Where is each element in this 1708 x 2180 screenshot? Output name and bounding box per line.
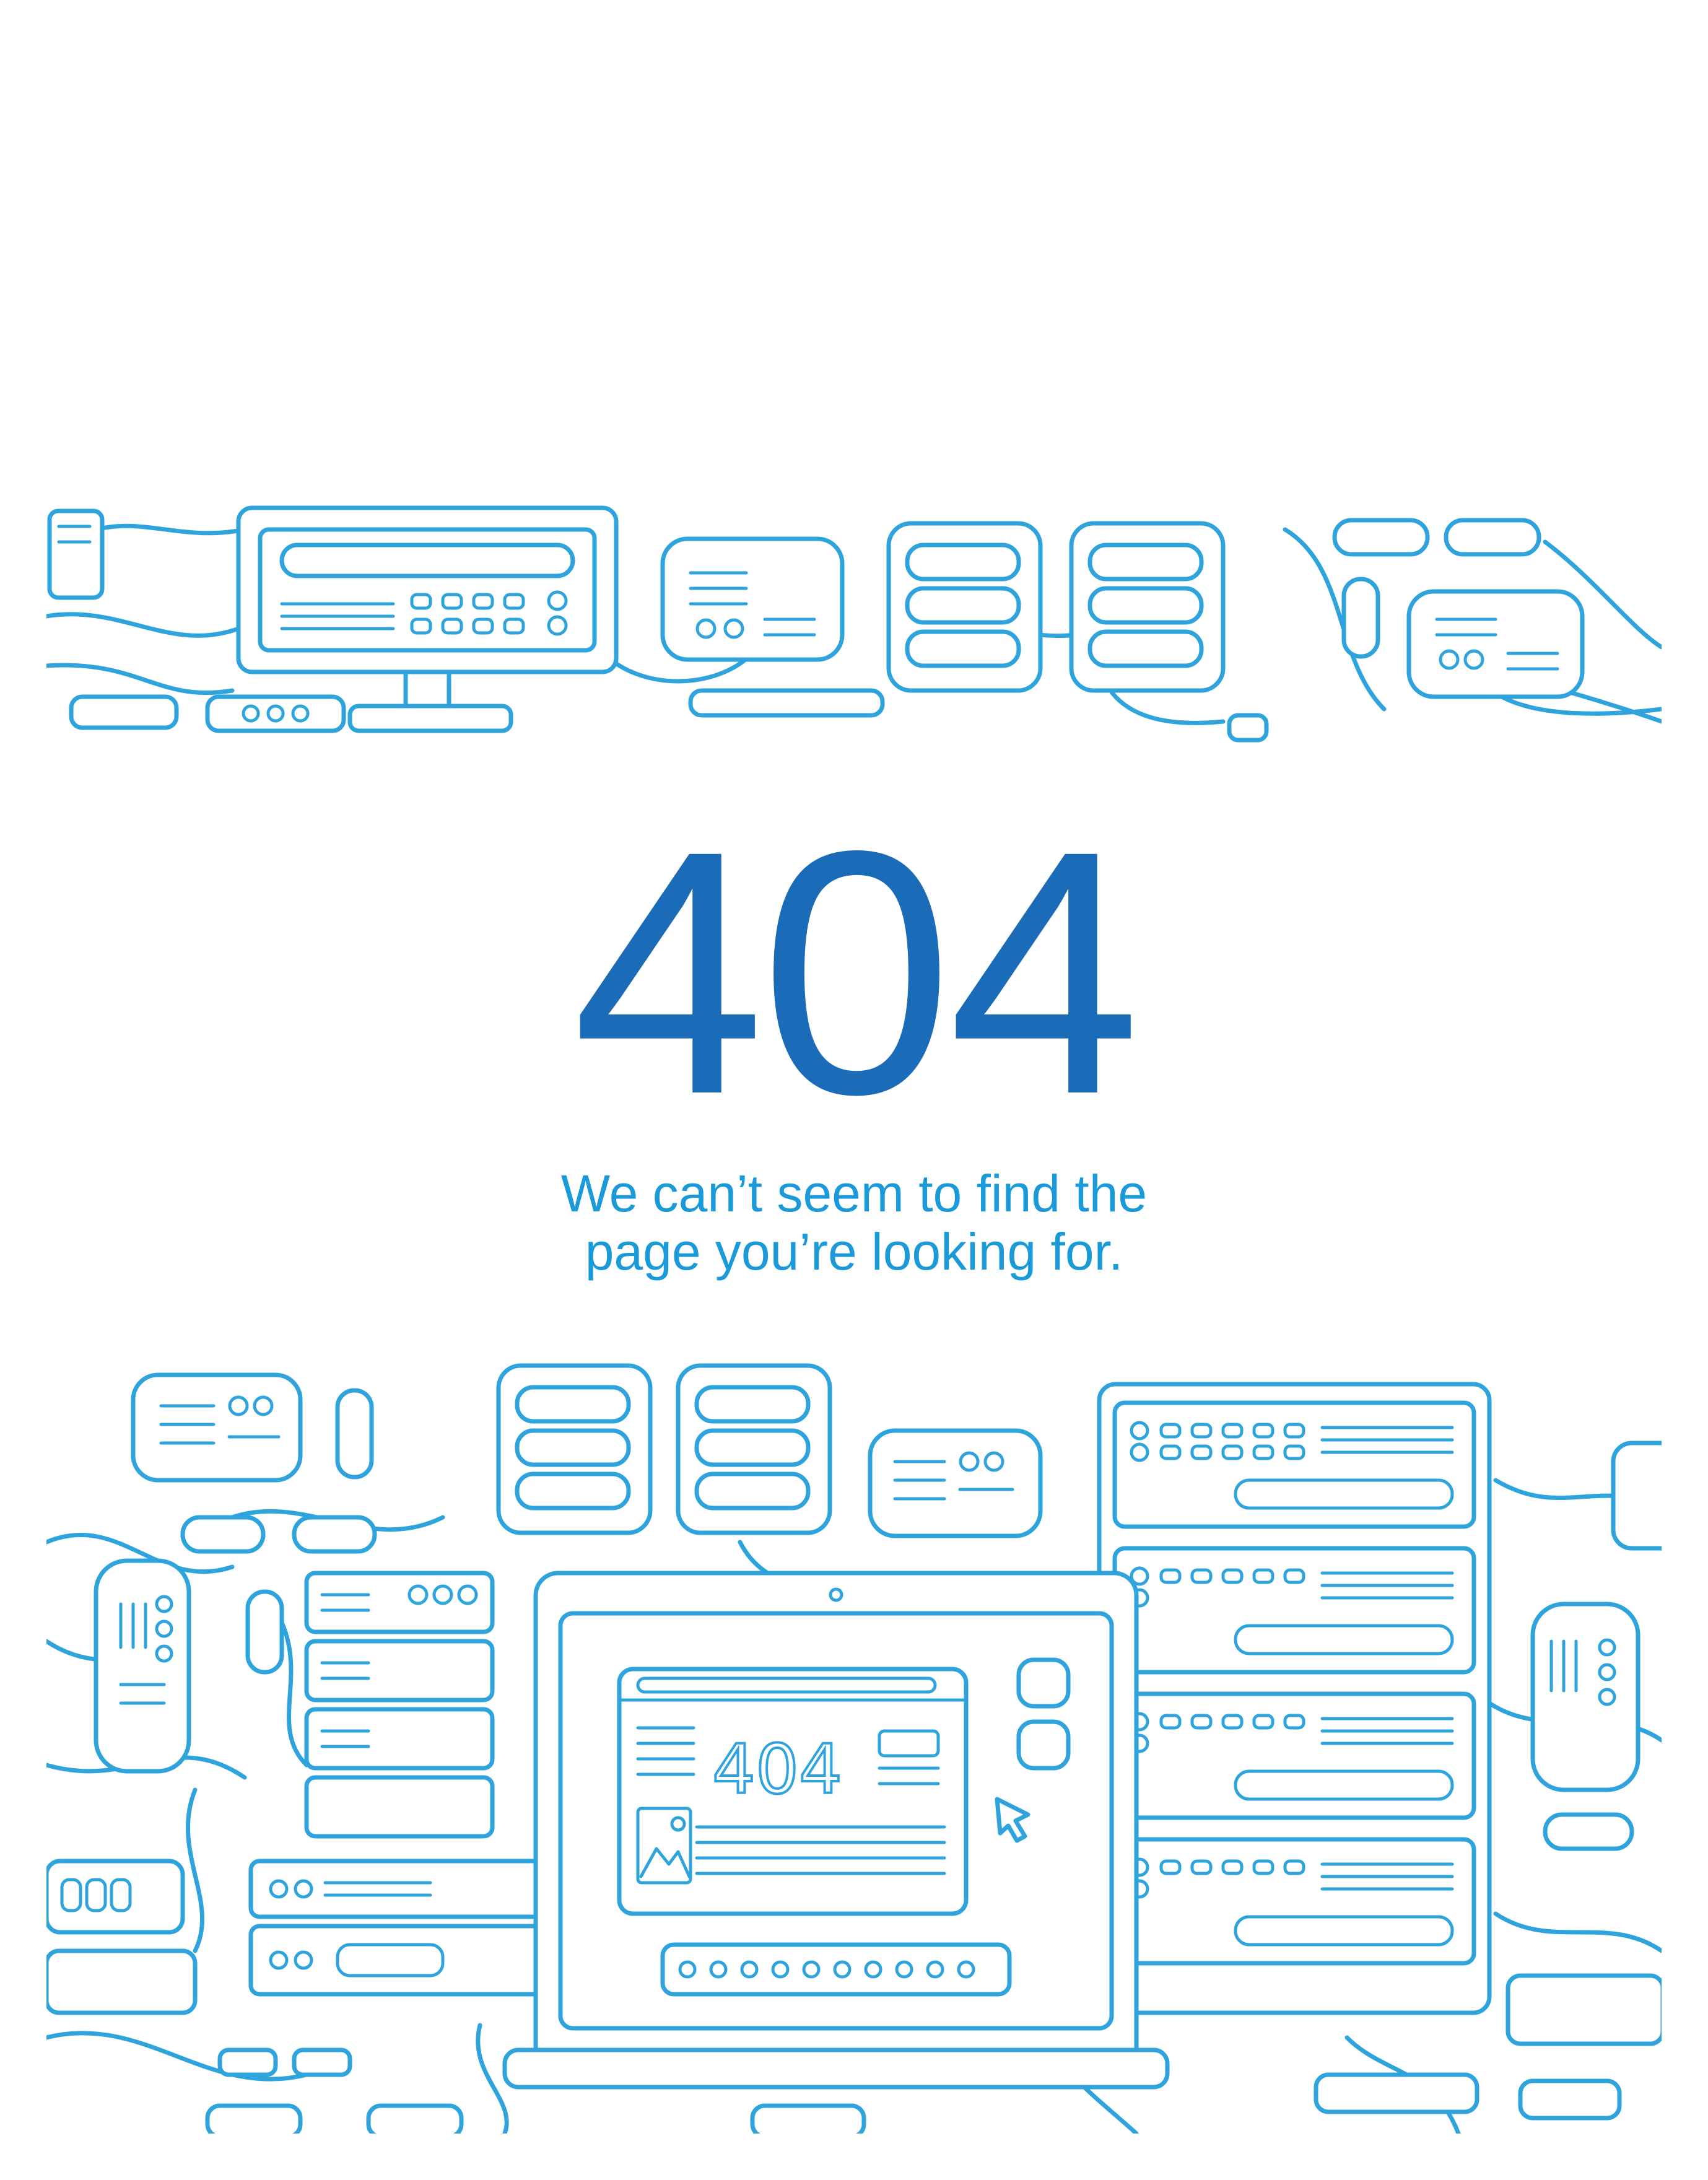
router-icon	[1406, 589, 1585, 699]
drive-bay-icon	[1069, 521, 1226, 693]
drive-bay-icon	[676, 1363, 832, 1535]
drive-bay-icon	[496, 1363, 653, 1535]
screen-404-text: 404	[712, 1730, 842, 1809]
router-icon	[660, 536, 845, 662]
server-rack-icon	[304, 1571, 495, 1839]
error-message: We can’t seem to find the page you’re lo…	[0, 1164, 1708, 1281]
error-message-line-2: page you’re looking for.	[585, 1223, 1123, 1281]
server-rack-icon	[1097, 1382, 1492, 2015]
router-icon	[131, 1372, 303, 1483]
drive-bay-icon	[886, 521, 1043, 693]
error-code-heading: 404	[572, 778, 1141, 1166]
laptop-icon: 404	[502, 1571, 1170, 2090]
router-icon	[94, 1558, 191, 1774]
bottom-network-illustration: 404	[46, 1356, 1662, 2134]
router-icon	[47, 508, 105, 600]
router-icon	[868, 1428, 1043, 1538]
top-network-illustration	[46, 505, 1662, 756]
error-message-line-1: We can’t seem to find the	[560, 1164, 1148, 1223]
server-rack-icon	[248, 1859, 582, 1997]
